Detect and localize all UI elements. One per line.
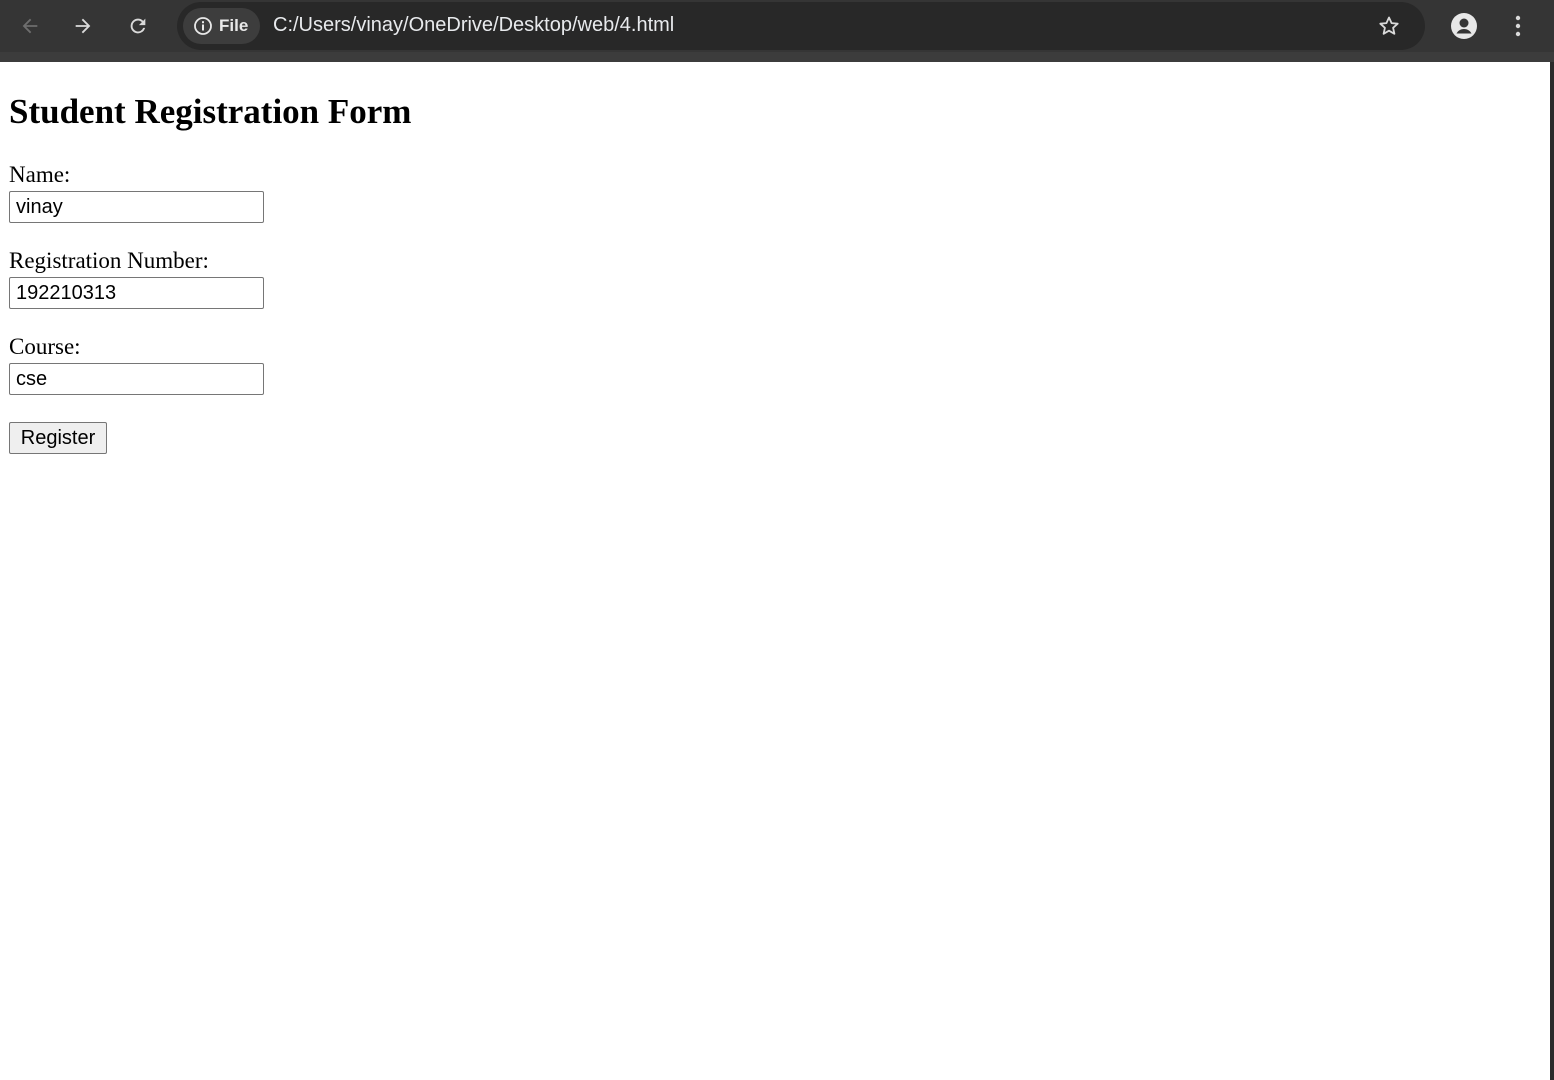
site-chip-label: File bbox=[219, 16, 249, 35]
page-title: Student Registration Form bbox=[9, 92, 412, 131]
profile-button[interactable] bbox=[1446, 8, 1482, 44]
page-content: Student Registration Form Name: Registra… bbox=[0, 62, 1550, 1080]
back-button[interactable] bbox=[12, 8, 48, 44]
arrow-left-icon bbox=[22, 18, 38, 34]
forward-button[interactable] bbox=[65, 8, 101, 44]
browser-menu-button[interactable] bbox=[1500, 8, 1536, 44]
name-label: Name: bbox=[9, 162, 71, 187]
registration-number-label: Registration Number: bbox=[9, 248, 209, 273]
reload-button[interactable] bbox=[120, 8, 156, 44]
profile-icon bbox=[1451, 13, 1477, 39]
site-info-chip[interactable]: File bbox=[183, 8, 261, 44]
registration-number-input[interactable] bbox=[9, 277, 264, 309]
url-text[interactable]: C:/Users/vinay/OneDrive/Desktop/web/4.ht… bbox=[273, 14, 674, 37]
reload-icon bbox=[130, 18, 146, 34]
address-bar[interactable]: File C:/Users/vinay/OneDrive/Desktop/web… bbox=[177, 2, 1425, 50]
course-input[interactable] bbox=[9, 363, 264, 395]
course-label: Course: bbox=[9, 334, 81, 359]
bookmark-button[interactable] bbox=[1371, 8, 1407, 44]
info-icon bbox=[194, 17, 212, 35]
arrow-right-icon bbox=[75, 18, 91, 34]
kebab-menu-icon bbox=[1515, 15, 1521, 37]
star-icon bbox=[1379, 16, 1399, 35]
name-input[interactable] bbox=[9, 191, 264, 223]
window-edge bbox=[1550, 62, 1554, 1080]
browser-toolbar: File C:/Users/vinay/OneDrive/Desktop/web… bbox=[0, 0, 1554, 62]
register-button[interactable]: Register bbox=[9, 422, 107, 454]
